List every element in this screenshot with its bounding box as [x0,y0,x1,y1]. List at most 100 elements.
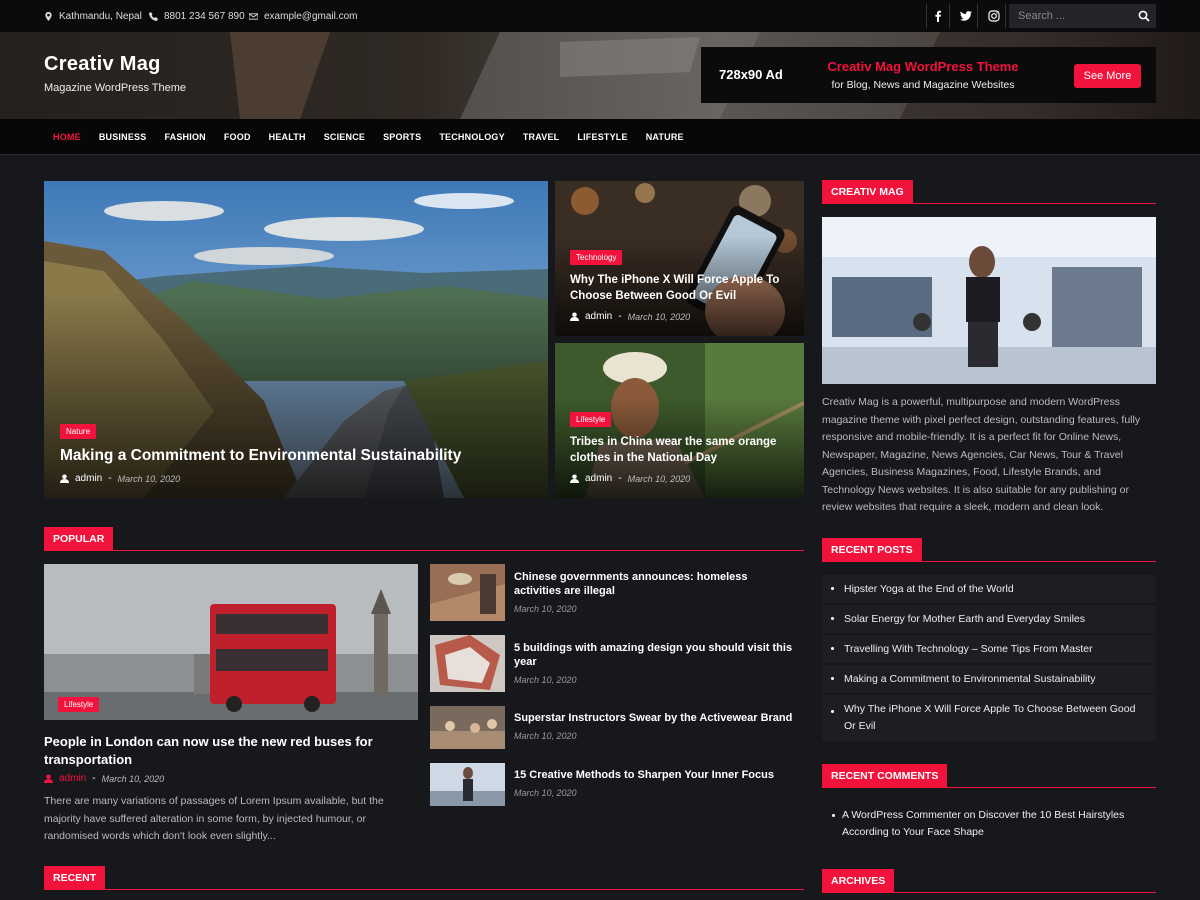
popular-thumb-2[interactable] [430,635,505,692]
recent-post-item-1[interactable]: Hipster Yoga at the End of the World [822,575,1156,603]
location-info: Kathmandu, Nepal [44,11,142,22]
featured-side-title-1[interactable]: Why The iPhone X Will Force Apple To Cho… [570,272,795,304]
user-icon [60,474,69,483]
facebook-link[interactable] [926,4,950,28]
recent-post-item-5[interactable]: Why The iPhone X Will Force Apple To Cho… [822,695,1156,741]
popular-title-1[interactable]: Chinese governments announces: homeless … [514,570,794,598]
instagram-link[interactable] [982,4,1006,28]
popular-date-2: March 10, 2020 [514,675,577,685]
nav-item-business[interactable]: BUSINESS [90,132,156,142]
nav-item-food[interactable]: FOOD [215,132,260,142]
category-tag-lifestyle[interactable]: Lifestyle [570,412,612,427]
nav-item-travel[interactable]: TRAVEL [514,132,569,142]
search-icon[interactable] [1138,10,1150,22]
email-info: example@gmail.com [249,11,358,22]
email-text[interactable]: example@gmail.com [264,11,358,22]
featured-main-meta: admin - March 10, 2020 [60,473,180,484]
author-link[interactable]: admin [75,473,102,484]
nav-item-technology[interactable]: TECHNOLOGY [430,132,514,142]
nav-item-home[interactable]: HOME [44,132,90,142]
nav-item-nature[interactable]: NATURE [637,132,693,142]
popular-date-1: March 10, 2020 [514,604,577,614]
nav-item-fashion[interactable]: FASHION [155,132,214,142]
see-more-button[interactable]: See More [1074,64,1141,88]
user-icon [44,774,53,783]
user-icon [570,474,579,483]
popular-thumb-3[interactable] [430,706,505,749]
popular-thumb-4[interactable] [430,763,505,806]
instagram-icon [987,10,1000,22]
featured-side-meta-1: admin - March 10, 2020 [570,311,690,322]
recent-comments-heading: RECENT COMMENTS [822,764,948,788]
archives-header: ARCHIVES [822,869,1156,893]
recent-comments-header: RECENT COMMENTS [822,764,1156,788]
recent-post-link-4[interactable]: Making a Commitment to Environmental Sus… [844,671,1096,688]
category-tag-technology[interactable]: Technology [570,250,623,265]
popular-date-4: March 10, 2020 [514,788,577,798]
popular-main-title[interactable]: People in London can now use the new red… [44,733,418,769]
nav-item-science[interactable]: SCIENCE [315,132,374,142]
comment-on-label: on [963,809,976,821]
recent-heading: RECENT [44,866,106,890]
nav-item-lifestyle[interactable]: LIFESTYLE [568,132,636,142]
popular-title-4[interactable]: 15 Creative Methods to Sharpen Your Inne… [514,768,794,782]
recent-post-item-2[interactable]: Solar Energy for Mother Earth and Everyd… [822,605,1156,633]
site-tagline: Magazine WordPress Theme [44,82,187,94]
search-box [1009,4,1156,28]
about-widget-text: Creativ Mag is a powerful, multipurpose … [822,396,1141,513]
recent-post-link-3[interactable]: Travelling With Technology – Some Tips F… [844,641,1093,658]
main-navigation: HOME BUSINESS FASHION FOOD HEALTH SCIENC… [0,119,1200,155]
popular-thumb-1[interactable] [430,564,505,621]
author-link[interactable]: admin [59,773,86,784]
post-date: March 10, 2020 [627,473,691,484]
phone-icon [149,12,158,21]
category-tag-nature[interactable]: Nature [60,424,97,439]
search-input[interactable] [1009,4,1129,28]
popular-main-meta: admin - March 10, 2020 [44,773,164,784]
twitter-link[interactable] [954,4,978,28]
popular-title-3[interactable]: Superstar Instructors Swear by the Activ… [514,711,794,725]
category-tag-lifestyle[interactable]: Lifestyle [58,697,100,712]
recent-post-link-5[interactable]: Why The iPhone X Will Force Apple To Cho… [844,701,1147,735]
ad-size-label: 728x90 Ad [719,67,783,82]
about-widget-heading: CREATIV MAG [822,180,913,204]
about-widget-header: CREATIV MAG [822,180,1156,204]
author-link[interactable]: admin [585,311,612,322]
popular-title-2[interactable]: 5 buildings with amazing design you shou… [514,641,794,669]
recent-post-link-1[interactable]: Hipster Yoga at the End of the World [844,581,1014,598]
ad-banner[interactable]: 728x90 Ad Creativ Mag WordPress Theme fo… [701,47,1156,103]
recent-post-item-3[interactable]: Travelling With Technology – Some Tips F… [822,635,1156,663]
nav-item-health[interactable]: HEALTH [260,132,315,142]
recent-post-item-4[interactable]: Making a Commitment to Environmental Sus… [822,665,1156,693]
featured-side-card-2[interactable]: Lifestyle Tribes in China wear the same … [555,343,804,498]
location-text: Kathmandu, Nepal [59,11,142,22]
recent-posts-heading: RECENT POSTS [822,538,922,562]
recent-section-header: RECENT [44,866,804,890]
popular-thumb-image-1 [430,564,505,621]
featured-side-title-2[interactable]: Tribes in China wear the same orange clo… [570,434,795,466]
featured-main-title[interactable]: Making a Commitment to Environmental Sus… [60,446,530,466]
comment-author[interactable]: A WordPress Commenter [842,809,961,821]
author-link[interactable]: admin [585,473,612,484]
popular-main-image[interactable]: Lifestyle [44,564,418,720]
post-date: March 10, 2020 [627,311,691,322]
featured-side-card-1[interactable]: Technology Why The iPhone X Will Force A… [555,181,804,336]
featured-main-card[interactable]: Nature Making a Commitment to Environmen… [44,181,548,498]
twitter-icon [959,11,972,21]
site-title[interactable]: Creativ Mag [44,53,186,76]
popular-thumb-image-2 [430,635,505,692]
popular-thumb-image-3 [430,706,505,749]
recent-post-link-2[interactable]: Solar Energy for Mother Earth and Everyd… [844,611,1085,628]
phone-info: 8801 234 567 890 [149,11,245,22]
recent-comment-item: A WordPress Commenter on Discover the 10… [822,801,1156,847]
archives-heading: ARCHIVES [822,869,895,893]
site-header: Creativ Mag Magazine WordPress Theme 728… [0,32,1200,119]
map-pin-icon [45,12,52,21]
featured-side-meta-2: admin - March 10, 2020 [570,473,690,484]
post-date: March 10, 2020 [101,773,165,784]
phone-text: 8801 234 567 890 [164,11,245,22]
ad-headline: Creativ Mag WordPress Theme [827,59,1019,74]
nav-item-sports[interactable]: SPORTS [374,132,430,142]
envelope-icon [249,13,258,20]
post-date: March 10, 2020 [117,473,181,484]
